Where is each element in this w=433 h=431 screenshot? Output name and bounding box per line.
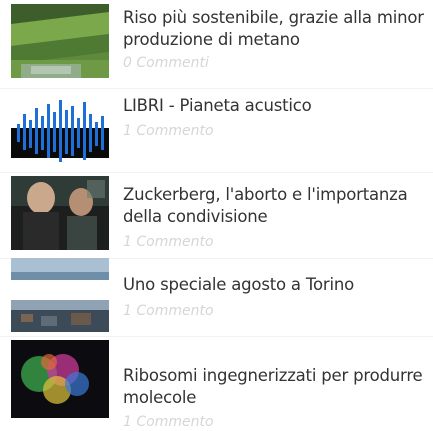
city-river-image	[11, 258, 109, 332]
list-item[interactable]: Ribosomi ingegnerizzati per produrre mol…	[0, 336, 433, 430]
rice-field-image	[11, 4, 109, 78]
people-photo-image	[11, 176, 109, 250]
comment-count[interactable]: 1 Commento	[123, 233, 214, 251]
comment-count[interactable]: 0 Commenti	[123, 54, 209, 72]
comment-count[interactable]: 1 Commento	[123, 413, 214, 431]
article-thumbnail[interactable]	[11, 176, 109, 250]
article-thumbnail[interactable]	[11, 340, 109, 418]
comment-count[interactable]: 1 Commento	[123, 122, 214, 140]
comment-count[interactable]: 1 Commento	[123, 302, 214, 320]
article-thumbnail[interactable]	[11, 258, 109, 332]
list-item[interactable]: Riso più sostenibile, grazie alla minor …	[0, 0, 433, 86]
article-title[interactable]: Zuckerberg, l'aborto e l'importanza dell…	[123, 184, 428, 228]
article-title[interactable]: Riso più sostenibile, grazie alla minor …	[123, 7, 428, 51]
article-thumbnail[interactable]	[11, 94, 109, 168]
article-title[interactable]: Uno speciale agosto a Torino	[123, 274, 428, 296]
article-thumbnail[interactable]	[11, 4, 109, 78]
ribosome-microscopy-image	[11, 340, 109, 418]
sound-waveform-image	[11, 94, 109, 168]
article-title[interactable]: LIBRI - Pianeta acustico	[123, 95, 428, 117]
article-title[interactable]: Ribosomi ingegnerizzati per produrre mol…	[123, 365, 428, 409]
list-item[interactable]: LIBRI - Pianeta acustico 1 Commento	[0, 86, 433, 172]
list-item[interactable]: Zuckerberg, l'aborto e l'importanza dell…	[0, 172, 433, 258]
list-item[interactable]: Uno speciale agosto a Torino 1 Commento	[0, 258, 433, 344]
article-list: Riso più sostenibile, grazie alla minor …	[0, 0, 433, 431]
